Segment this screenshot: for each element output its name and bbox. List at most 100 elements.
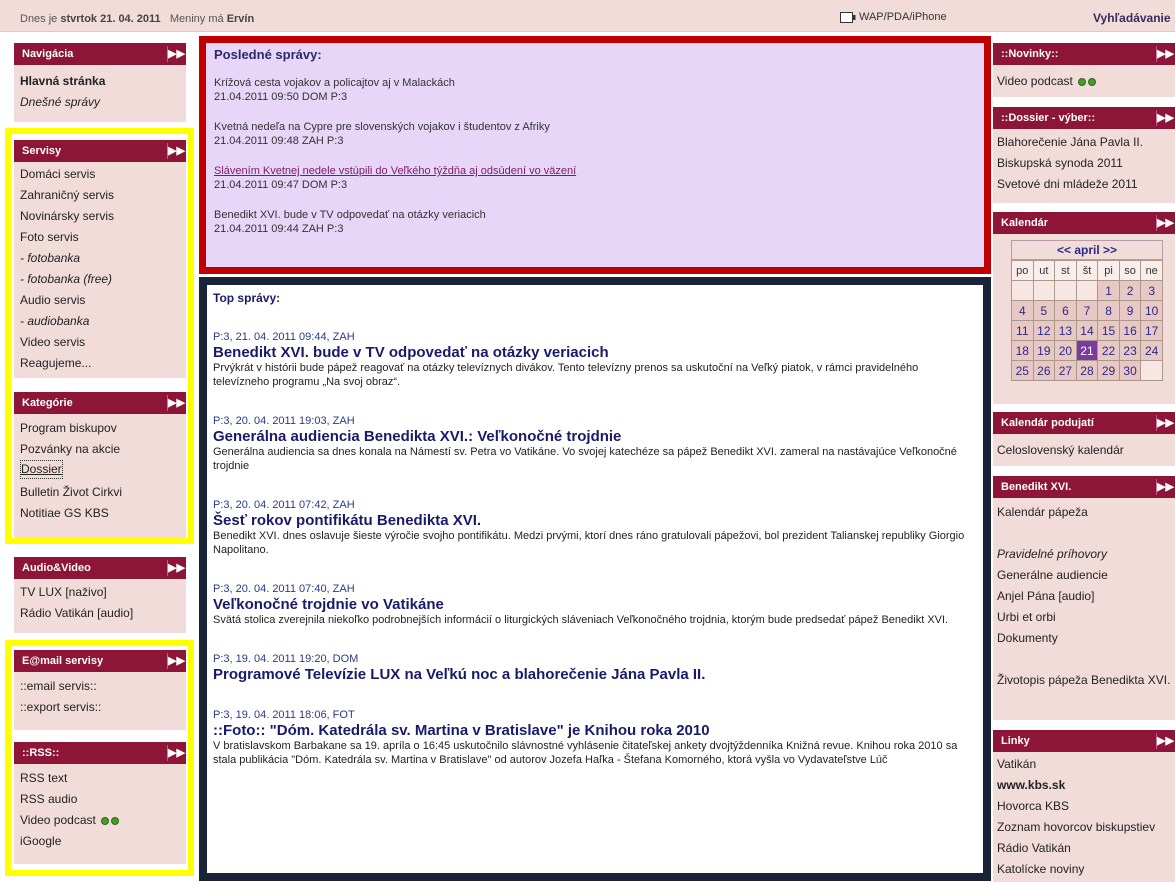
calendar-day[interactable]: 8 [1097,300,1120,321]
link-catholic-news[interactable]: Katolícke noviny [997,859,1171,880]
nav-item-today-news[interactable]: Dnešné správy [20,92,180,113]
category-item-bulletin[interactable]: Bulletin Život Cirkvi [20,482,180,503]
expand-arrow-icon[interactable]: ▶▶ [167,745,185,761]
av-item-radio-vatican[interactable]: Rádio Vatikán [audio] [20,603,180,624]
calendar-day[interactable]: 29 [1097,360,1120,381]
calendar-day[interactable]: 1 [1097,280,1120,301]
expand-arrow-icon[interactable]: ▶▶ [1156,215,1174,231]
expand-arrow-icon[interactable]: ▶▶ [1156,479,1174,495]
expand-arrow-icon[interactable]: ▶▶ [167,560,185,576]
calendar-day-today[interactable]: 21 [1075,340,1099,361]
expand-arrow-icon[interactable]: ▶▶ [167,395,185,411]
calendar-day[interactable]: 12 [1032,320,1056,341]
category-item-bishops[interactable]: Program biskupov [20,418,180,439]
wap-link[interactable]: WAP/PDA/iPhone [840,11,947,23]
benedict-item-calendar[interactable]: Kalendár pápeža [997,502,1171,523]
calendar-day[interactable]: 22 [1097,340,1120,361]
category-item-notitiae[interactable]: Notitiae GS KBS [20,503,180,524]
link-kbs[interactable]: www.kbs.sk [997,775,1171,796]
benedict-item-angelus[interactable]: Anjel Pána [audio] [997,586,1171,607]
calendar-month-nav[interactable]: << april >> [1011,240,1163,260]
news-item-video-podcast[interactable]: Video podcast [997,71,1171,92]
rss-item-text[interactable]: RSS text [20,768,180,789]
rss-item-igoogle[interactable]: iGoogle [20,831,180,852]
calendar-day[interactable]: 26 [1032,360,1056,381]
service-item-react[interactable]: Reagujeme... [20,353,180,374]
expand-arrow-icon[interactable]: ▶▶ [1156,46,1174,62]
calendar-day[interactable]: 11 [1011,320,1034,341]
link-diocese-spokesmen[interactable]: Zoznam hovorcov biskupstiev [997,817,1171,838]
service-item-photobank[interactable]: - fotobanka [20,248,180,269]
latest-news-headline[interactable]: Slávením Kvetnej nedele vstúpili do Veľk… [214,164,976,178]
latest-news-headline[interactable]: Benedikt XVI. bude v TV odpovedať na otá… [214,208,976,222]
rss-item-audio[interactable]: RSS audio [20,789,180,810]
calendar-day[interactable]: 16 [1118,320,1142,341]
service-item-photo[interactable]: Foto servis [20,227,180,248]
benedict-item-documents[interactable]: Dokumenty [997,628,1171,649]
calendar-day[interactable]: 30 [1118,360,1142,381]
dossier-item-synod[interactable]: Biskupská synoda 2011 [997,153,1171,174]
calendar-day[interactable]: 28 [1075,360,1099,381]
calendar-day[interactable]: 18 [1011,340,1034,361]
calendar-day[interactable]: 13 [1054,320,1077,341]
expand-arrow-icon[interactable]: ▶▶ [1156,415,1174,431]
latest-news-headline[interactable]: Kvetná nedeľa na Cypre pre slovenských v… [214,120,976,134]
nav-item-home[interactable]: Hlavná stránka [20,71,180,92]
calendar-day[interactable]: 7 [1075,300,1099,321]
category-item-dossier[interactable]: Dossier [20,460,63,479]
av-item-tvlux[interactable]: TV LUX [naživo] [20,582,180,603]
article-headline[interactable]: Šesť rokov pontifikátu Benedikta XVI. [213,512,977,529]
calendar-day[interactable]: 19 [1032,340,1056,361]
calendar-day[interactable]: 15 [1097,320,1120,341]
calendar-day[interactable]: 10 [1140,300,1163,321]
calendar-day[interactable]: 2 [1118,280,1142,301]
article-headline[interactable]: Veľkonočné trojdnie vo Vatikáne [213,596,977,613]
calendar-day[interactable]: 6 [1054,300,1077,321]
calendar-day[interactable]: 9 [1118,300,1142,321]
calendar-day[interactable]: 17 [1140,320,1163,341]
search-link[interactable]: Vyhľadávanie [1093,11,1171,25]
calendar-day[interactable]: 3 [1140,280,1163,301]
expand-arrow-icon[interactable]: ▶▶ [167,653,185,669]
service-item-journalist[interactable]: Novinársky servis [20,206,180,227]
calendar-day[interactable]: 27 [1054,360,1077,381]
category-item-events[interactable]: Pozvánky na akcie [20,439,180,460]
calendar-day[interactable]: 20 [1054,340,1077,361]
article-headline[interactable]: ::Foto:: "Dóm. Katedrála sv. Martina v B… [213,722,977,739]
article-headline[interactable]: Generálna audiencia Benedikta XVI.: Veľk… [213,428,977,445]
link-radio-vatican[interactable]: Rádio Vatikán [997,838,1171,859]
calendar-day[interactable]: 25 [1011,360,1034,381]
service-item-audio[interactable]: Audio servis [20,290,180,311]
service-item-domestic[interactable]: Domáci servis [20,164,180,185]
service-item-photobank-free[interactable]: - fotobanka (free) [20,269,180,290]
article-headline[interactable]: Benedikt XVI. bude v TV odpovedať na otá… [213,344,977,361]
calendar-day[interactable]: 4 [1011,300,1034,321]
service-item-foreign[interactable]: Zahraničný servis [20,185,180,206]
expand-arrow-icon[interactable]: ▶▶ [1156,733,1174,749]
rss-item-video-podcast[interactable]: Video podcast [20,810,180,831]
expand-arrow-icon[interactable]: ▶▶ [1156,110,1174,126]
service-item-audiobank[interactable]: - audiobanka [20,311,180,332]
email-item-export-service[interactable]: ::export servis:: [20,697,180,718]
dossier-item-beatification[interactable]: Blahorečenie Jána Pavla II. [997,132,1171,153]
calendar-day[interactable]: 5 [1032,300,1056,321]
latest-news-headline[interactable]: Krížová cesta vojakov a policajtov aj v … [214,76,976,90]
events-item-national[interactable]: Celoslovenský kalendár [997,440,1171,461]
email-item-email-service[interactable]: ::email servis:: [20,676,180,697]
calendar-title: Kalendár [1001,217,1049,229]
expand-arrow-icon[interactable]: ▶▶ [167,143,185,159]
dossier-item-wyd[interactable]: Svetové dni mládeže 2011 [997,174,1171,195]
service-item-video[interactable]: Video servis [20,332,180,353]
calendar-day[interactable]: 14 [1075,320,1099,341]
benedict-item-urbi-et-orbi[interactable]: Urbi et orbi [997,607,1171,628]
article-headline[interactable]: Programové Televízie LUX na Veľkú noc a … [213,666,977,683]
calendar-day[interactable]: 24 [1140,340,1163,361]
expand-arrow-icon[interactable]: ▶▶ [167,46,185,62]
link-spokesman[interactable]: Hovorca KBS [997,796,1171,817]
benedict-item-addresses[interactable]: Pravidelné príhovory [997,544,1171,565]
calendar-day[interactable]: 23 [1118,340,1142,361]
link-vatican[interactable]: Vatikán [997,754,1171,775]
calendar-empty-cell [1140,360,1163,381]
benedict-item-biography[interactable]: Životopis pápeža Benedikta XVI. [997,670,1171,691]
benedict-item-audiences[interactable]: Generálne audiencie [997,565,1171,586]
